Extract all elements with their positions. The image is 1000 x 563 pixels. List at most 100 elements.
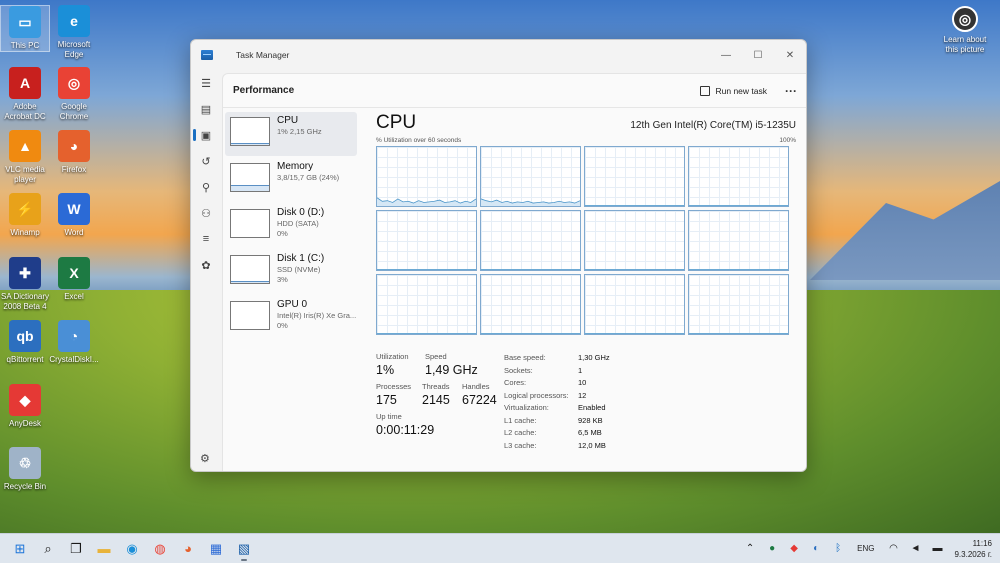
file-explorer-icon[interactable]: ▬	[90, 536, 118, 562]
maximize-icon[interactable]: ☐	[742, 40, 774, 70]
hamburger-menu-icon[interactable]: ☰	[191, 70, 221, 96]
desktop-shortcut[interactable]: e Microsoft Edge	[49, 5, 99, 60]
resource-item-disk[interactable]: Disk 0 (D:) HDD (SATA) 0%	[225, 204, 357, 248]
resource-item-disk[interactable]: Disk 1 (C:) SSD (NVMe) 3%	[225, 250, 357, 294]
spec-key: Logical processors:	[504, 390, 569, 400]
desktop-shortcut[interactable]: A Adobe Acrobat DC	[0, 67, 50, 122]
language-indicator[interactable]: ENG	[857, 544, 874, 553]
settings-gear-icon[interactable]: ⚙	[200, 452, 210, 465]
spec-key: L1 cache:	[504, 415, 537, 425]
threads-label: Threads	[422, 382, 450, 391]
resource-name: Disk 0 (D:)	[277, 207, 325, 218]
desktop-shortcut[interactable]: ✚ SA Dictionary 2008 Beta 4	[0, 257, 50, 312]
resource-name: Disk 1 (C:)	[277, 253, 325, 264]
utilization-label: Utilization	[376, 352, 409, 361]
edge-taskbar-icon[interactable]: ◉	[118, 536, 146, 562]
resource-detail: 1% 2,15 GHz	[277, 127, 322, 136]
desktop-shortcut[interactable]: ⚡ Winamp	[0, 193, 50, 238]
resource-thumbnail-graph	[230, 209, 270, 238]
performance-icon[interactable]: ▣	[191, 122, 221, 148]
desktop-shortcut-label: CrystalDiskI...	[49, 355, 99, 364]
graph-axis-max: 100%	[779, 137, 796, 144]
title-bar[interactable]: Task Manager — ☐ ✕	[191, 40, 806, 70]
store-taskbar-icon[interactable]: ▦	[202, 536, 230, 562]
logical-processor-graph	[376, 210, 477, 271]
logical-processor-graphs[interactable]	[376, 146, 796, 335]
wifi-icon[interactable]: ◠	[882, 543, 904, 554]
resource-detail: SSD (NVMe)	[277, 265, 321, 274]
volume-icon[interactable]: ◄	[904, 543, 926, 554]
firefox-taskbar-icon[interactable]: ◕	[174, 536, 202, 562]
desktop-shortcut-label: This PC	[10, 41, 40, 50]
task-view-icon[interactable]: ❐	[62, 536, 90, 562]
performance-content: Performance Run new task ··· CPU 1% 2,15 …	[222, 73, 806, 471]
desktop-shortcut[interactable]: ◎ Google Chrome	[49, 67, 99, 122]
monitor-icon: ▭	[9, 6, 41, 38]
nav-rail: ☰ ▤ ▣ ↺ ⚲ ⚇ ≡ ✿ ⚙	[191, 70, 221, 471]
taskbar: ⊞ ⌕ ❐ ▬ ◉ ◍ ◕ ▦ ▧ ⌃ ● ◆ ◐ ᛒ ENG ◠ ◄ ▬ 11…	[0, 533, 1000, 563]
details-icon[interactable]: ≡	[191, 226, 221, 252]
cpu-model-name: 12th Gen Intel(R) Core(TM) i5-1235U	[630, 120, 796, 131]
resource-detail: HDD (SATA)	[277, 219, 319, 228]
desktop-shortcut-label: Excel	[64, 292, 84, 301]
spec-value: 928 KB	[578, 415, 603, 425]
desktop-shortcut[interactable]: X Excel	[49, 257, 99, 302]
camera-icon: ◎	[952, 6, 978, 32]
spec-row: Cores: 10	[504, 377, 610, 390]
resource-item-gpu[interactable]: GPU 0 Intel(R) Iris(R) Xe Gra... 0%	[225, 296, 357, 340]
edge-icon: e	[58, 5, 90, 37]
users-icon[interactable]: ⚇	[191, 200, 221, 226]
desktop-shortcut[interactable]: ▭ This PC	[0, 5, 50, 52]
run-new-task-button[interactable]: Run new task	[699, 85, 767, 96]
utilization-value: 1%	[376, 363, 395, 377]
show-hidden-icons-chevron-icon[interactable]: ⌃	[739, 543, 761, 554]
handles-value: 67224	[462, 393, 497, 407]
more-options-icon[interactable]: ···	[775, 84, 806, 98]
speed-value: 1,49 GHz	[425, 363, 478, 377]
desktop-shortcut-label: Winamp	[10, 228, 40, 237]
services-icon[interactable]: ✿	[191, 252, 221, 278]
battery-icon[interactable]: ▬	[926, 543, 948, 554]
learn-about-picture-icon[interactable]: ◎ Learn about this picture	[939, 6, 991, 55]
app-history-icon[interactable]: ↺	[191, 148, 221, 174]
excel-icon: X	[58, 257, 90, 289]
clock[interactable]: 11:16 9.3.2026 г.	[954, 538, 992, 560]
desktop-shortcut[interactable]: ◔ CrystalDiskI...	[49, 320, 99, 365]
desktop-shortcut[interactable]: ♲ Recycle Bin	[0, 447, 50, 492]
desktop-shortcut[interactable]: ◕ Firefox	[49, 130, 99, 175]
startup-apps-icon[interactable]: ⚲	[191, 174, 221, 200]
logical-processor-graph	[584, 274, 685, 335]
processes-icon[interactable]: ▤	[191, 96, 221, 122]
desktop-shortcut[interactable]: qb qBittorrent	[0, 320, 50, 365]
resource-name: CPU	[277, 115, 299, 126]
tray-app-icon[interactable]: ●	[761, 543, 783, 554]
resource-item-cpu[interactable]: CPU 1% 2,15 GHz	[225, 112, 357, 156]
cpu-heading: CPU	[376, 112, 417, 133]
desktop-shortcut-label: Adobe Acrobat DC	[4, 102, 46, 121]
window-controls: — ☐ ✕	[710, 40, 806, 70]
search-icon[interactable]: ⌕	[34, 536, 62, 562]
spec-key: L2 cache:	[504, 428, 537, 437]
task-manager-taskbar-icon[interactable]: ▧	[230, 536, 258, 562]
desktop-shortcut[interactable]: ◆ AnyDesk	[0, 384, 50, 429]
tray-network-app-icon[interactable]: ◐	[805, 543, 827, 554]
desktop-shortcut-label: SA Dictionary 2008 Beta 4	[0, 292, 50, 311]
bluetooth-icon[interactable]: ᛒ	[827, 543, 849, 554]
page-title: Performance	[233, 85, 295, 96]
desktop-shortcut[interactable]: W Word	[49, 193, 99, 238]
anydesk-tray-icon[interactable]: ◆	[783, 543, 805, 554]
start-button-icon[interactable]: ⊞	[6, 536, 34, 562]
resource-name: Memory	[277, 161, 314, 172]
logical-processor-graph	[376, 274, 477, 335]
graph-axis-label: % Utilization over 60 seconds	[376, 137, 462, 144]
minimize-icon[interactable]: —	[710, 40, 742, 70]
logical-processor-graph	[584, 210, 685, 271]
resource-item-memory[interactable]: Memory 3,8/15,7 GB (24%)	[225, 158, 357, 202]
chrome-taskbar-icon[interactable]: ◍	[146, 536, 174, 562]
desktop-shortcut[interactable]: ▲ VLC media player	[0, 130, 50, 185]
logical-processor-graph	[584, 146, 685, 207]
logical-processor-graph	[480, 274, 581, 335]
learn-about-picture-label: Learn about this picture	[943, 35, 987, 54]
close-icon[interactable]: ✕	[774, 40, 806, 70]
system-tray: ⌃ ● ◆ ◐ ᛒ ENG ◠ ◄ ▬ 11:16 9.3.2026 г.	[739, 538, 1000, 560]
